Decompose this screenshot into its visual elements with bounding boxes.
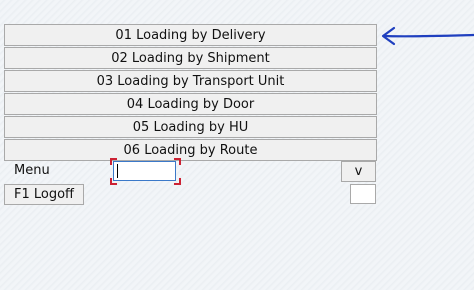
empty-field[interactable] — [350, 184, 376, 204]
menu-item-04[interactable]: 04 Loading by Door — [4, 93, 377, 115]
logoff-button-label: F1 Logoff — [13, 187, 74, 202]
menu-item-06[interactable]: 06 Loading by Route — [4, 139, 377, 161]
text-cursor — [117, 164, 118, 178]
menu-item-label: 02 Loading by Shipment — [111, 50, 270, 66]
menu-input[interactable] — [113, 161, 176, 181]
dropdown-button-label: v — [354, 164, 363, 179]
menu-item-label: 04 Loading by Door — [126, 96, 255, 112]
menu-item-label: 05 Loading by HU — [132, 119, 249, 135]
arrow-left-icon — [381, 26, 474, 46]
menu-item-03[interactable]: 03 Loading by Transport Unit — [4, 70, 377, 92]
menu-item-label: 01 Loading by Delivery — [115, 27, 266, 43]
menu-item-label: 03 Loading by Transport Unit — [96, 73, 285, 89]
focus-corner-icon — [110, 178, 117, 185]
focus-corner-icon — [110, 158, 117, 165]
dropdown-button[interactable]: v — [341, 161, 376, 182]
menu-field-label: Menu — [14, 163, 50, 178]
logoff-button[interactable]: F1 Logoff — [4, 184, 84, 205]
menu-item-label: 06 Loading by Route — [123, 142, 258, 158]
menu-item-05[interactable]: 05 Loading by HU — [4, 116, 377, 138]
focus-corner-icon — [174, 158, 181, 165]
menu-item-02[interactable]: 02 Loading by Shipment — [4, 47, 377, 69]
menu-item-01[interactable]: 01 Loading by Delivery — [4, 24, 377, 46]
focus-corner-icon — [174, 178, 181, 185]
